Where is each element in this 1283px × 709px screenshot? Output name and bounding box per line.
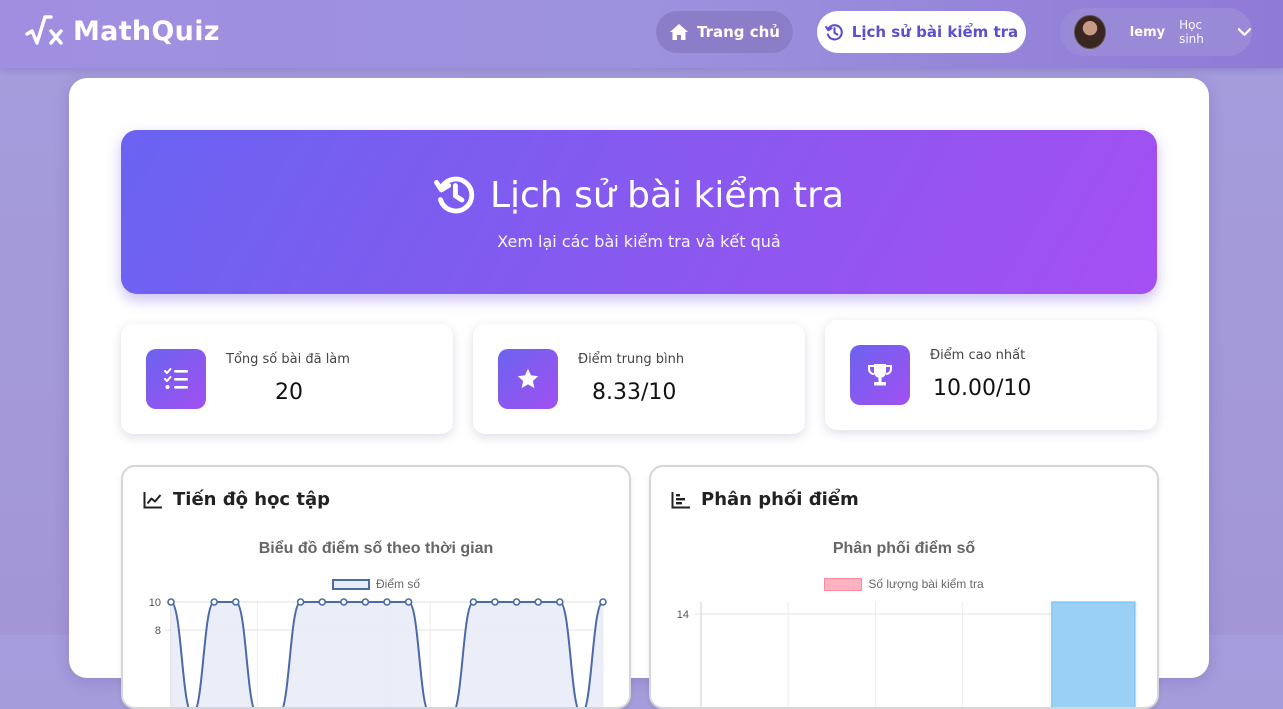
page-subtitle: Xem lại các bài kiểm tra và kết quả [497, 232, 781, 251]
y-tick-label: 14 [677, 609, 689, 621]
y-tick-label: 8 [155, 625, 161, 637]
page-title: Lịch sử bài kiểm tra [490, 174, 844, 216]
main-card: Lịch sử bài kiểm tra Xem lại các bài kiể… [69, 78, 1209, 709]
distribution-panel: Phân phối điểm Phân phối điểm số Số lượn… [649, 465, 1159, 709]
data-point [232, 598, 240, 606]
avatar [1074, 15, 1106, 49]
stat-value: 8.33/10 [592, 380, 677, 405]
stat-card-total: Tổng số bài đã làm 20 [121, 324, 453, 434]
task-list-icon [146, 349, 206, 409]
stat-value: 20 [275, 380, 303, 405]
progress-panel: Tiến độ học tập Biểu đồ điểm số theo thờ… [121, 465, 631, 709]
square-root-x-icon [25, 15, 63, 45]
data-point [296, 598, 305, 606]
stat-card-average: Điểm trung bình 8.33/10 [473, 324, 805, 434]
data-point [491, 598, 499, 606]
data-point [404, 598, 413, 606]
trophy-icon [850, 345, 910, 405]
y-tick-label: 10 [149, 597, 161, 609]
data-point [318, 598, 326, 606]
star-icon [498, 349, 558, 409]
data-point [340, 598, 348, 606]
top-navbar: MathQuiz Trang chủ Lịch sử bài kiểm tra … [0, 0, 1283, 68]
stat-card-highest: Điểm cao nhất 10.00/10 [825, 320, 1157, 430]
brand-logo-link[interactable]: MathQuiz [25, 14, 220, 48]
score-line-chart: 10 8 [149, 597, 607, 707]
user-name: lemy [1129, 24, 1166, 40]
chevron-down-icon [1237, 28, 1252, 36]
data-point [512, 598, 521, 606]
data-point [599, 598, 607, 606]
line-area [171, 602, 603, 707]
score-bar-chart: 14 [677, 601, 1138, 707]
bar [1051, 601, 1136, 707]
user-role: Học sinh [1179, 18, 1204, 46]
data-point [469, 598, 478, 606]
nav-history-button[interactable]: Lịch sử bài kiểm tra [817, 11, 1026, 53]
home-icon [670, 24, 688, 40]
data-point [210, 598, 218, 606]
stat-label: Tổng số bài đã làm [226, 352, 350, 367]
stat-label: Điểm cao nhất [930, 348, 1026, 363]
nav-home-button[interactable]: Trang chủ [656, 11, 793, 53]
stat-label: Điểm trung bình [578, 352, 685, 367]
data-point [361, 598, 370, 606]
data-point [383, 598, 391, 606]
history-icon [434, 176, 475, 214]
user-menu-toggle[interactable]: lemy Học sinh [1060, 8, 1252, 56]
data-point [167, 598, 175, 606]
stat-value: 10.00/10 [933, 376, 1032, 401]
data-point [555, 598, 564, 606]
nav-home-label: Trang chủ [697, 23, 780, 41]
hero-banner: Lịch sử bài kiểm tra Xem lại các bài kiể… [121, 130, 1157, 294]
brand-name: MathQuiz [73, 15, 220, 47]
history-icon [824, 23, 843, 40]
nav-history-label: Lịch sử bài kiểm tra [851, 23, 1019, 41]
data-point [534, 598, 543, 606]
